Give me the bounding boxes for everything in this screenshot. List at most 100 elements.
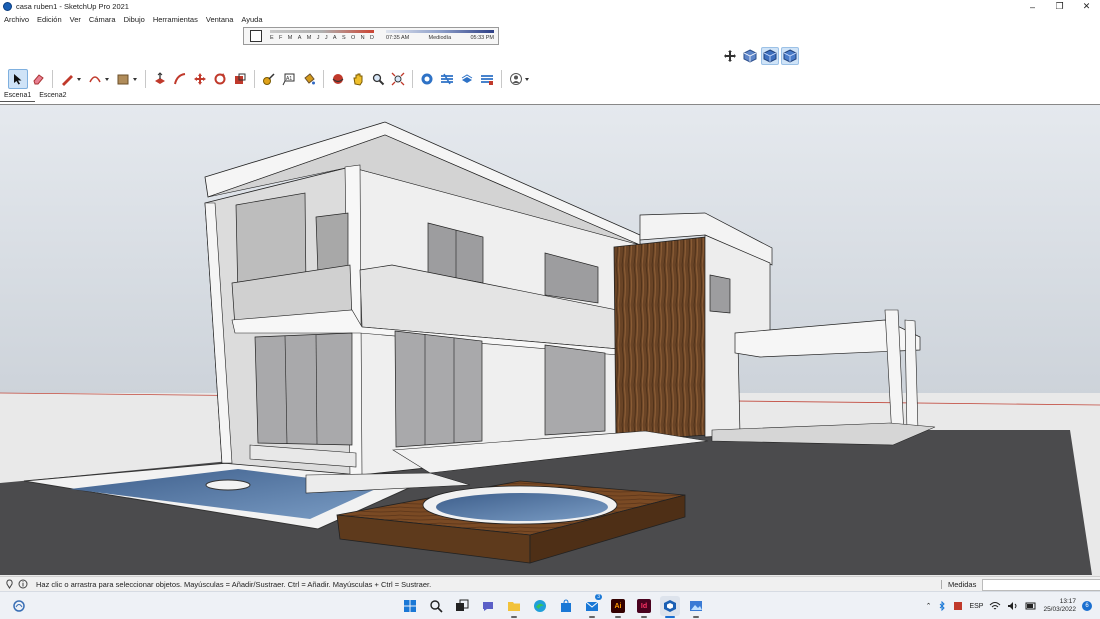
- model-scene[interactable]: [0, 105, 1100, 576]
- info-icon[interactable]: [18, 579, 28, 589]
- menu-dibujo[interactable]: Dibujo: [120, 15, 149, 24]
- clock[interactable]: 13:17 25/03/2022: [1043, 598, 1076, 614]
- menu-edicion[interactable]: Edición: [33, 15, 66, 24]
- minimize-button[interactable]: –: [1019, 0, 1046, 13]
- menu-herramientas[interactable]: Herramientas: [149, 15, 202, 24]
- follow-me-tool[interactable]: [170, 69, 190, 89]
- pan-tool[interactable]: [348, 69, 368, 89]
- arc-icon: [89, 76, 109, 83]
- scene-tab-escena1[interactable]: Escena1: [0, 92, 36, 102]
- cube-front-icon: [763, 49, 777, 63]
- layout-tool[interactable]: [457, 69, 477, 89]
- volume-icon[interactable]: [1007, 601, 1019, 611]
- time-slider[interactable]: 07:35 AM Mediodía 05:33 PM: [386, 30, 494, 43]
- right-view-button[interactable]: [781, 47, 799, 65]
- tape-measure-tool[interactable]: [259, 69, 279, 89]
- layout-icon: [461, 74, 473, 83]
- time-end-label: 05:33 PM: [470, 35, 494, 41]
- photos-button[interactable]: [686, 596, 706, 618]
- shadow-settings-toolbar: E F M A M J J A S O N D 07:35 AM Mediodí…: [243, 27, 499, 45]
- search-button[interactable]: [426, 596, 446, 616]
- modeling-viewport[interactable]: [0, 104, 1100, 576]
- menu-ver[interactable]: Ver: [66, 15, 85, 24]
- month-slider[interactable]: E F M A M J J A S O N D: [270, 30, 374, 43]
- text-icon: A1: [282, 73, 295, 86]
- zoom-extents-icon: [391, 72, 405, 86]
- file-explorer-button[interactable]: [504, 596, 524, 618]
- battery-icon[interactable]: [1025, 601, 1037, 611]
- text-tool[interactable]: A1: [279, 69, 299, 89]
- weather-widget[interactable]: [12, 599, 26, 615]
- geolocation-icon[interactable]: [4, 579, 14, 589]
- menu-camara[interactable]: Cámara: [85, 15, 120, 24]
- illustrator-icon: Ai: [611, 599, 625, 613]
- measurements-input[interactable]: [982, 578, 1100, 591]
- chevron-up-icon[interactable]: ⌃: [926, 602, 932, 610]
- close-button[interactable]: ✕: [1073, 0, 1100, 13]
- chat-button[interactable]: [478, 596, 498, 616]
- rectangle-icon: [117, 74, 137, 85]
- extension-warehouse-icon: [441, 73, 453, 85]
- sketchup-icon: [664, 600, 676, 612]
- eraser-tool[interactable]: [28, 69, 48, 89]
- maximize-button[interactable]: ❐: [1046, 0, 1073, 13]
- menu-ventana[interactable]: Ventana: [202, 15, 238, 24]
- arrows-cross-icon: [724, 50, 736, 62]
- extension-warehouse-tool[interactable]: [437, 69, 457, 89]
- month-label: E: [270, 35, 274, 41]
- windows-icon: [404, 600, 416, 612]
- push-pull-tool[interactable]: [150, 69, 170, 89]
- front-view-button[interactable]: [761, 47, 779, 65]
- mail-button[interactable]: 3: [582, 594, 602, 618]
- orbit-tool[interactable]: [328, 69, 348, 89]
- windows-start-button[interactable]: [400, 596, 420, 616]
- sketchup-app-icon[interactable]: [3, 2, 12, 11]
- sketchup-button[interactable]: [660, 596, 680, 618]
- line-tool[interactable]: [57, 69, 85, 89]
- cube-iso-icon: [743, 49, 757, 63]
- scale-tool[interactable]: [230, 69, 250, 89]
- search-icon: [430, 600, 443, 613]
- taskbar-apps: 3 Ai Id: [400, 594, 706, 618]
- account-tool[interactable]: [506, 69, 534, 89]
- notification-badge[interactable]: 6: [1082, 601, 1092, 611]
- task-view-button[interactable]: [452, 596, 472, 616]
- shadow-toggle-icon[interactable]: [250, 30, 262, 42]
- security-icon[interactable]: [953, 601, 963, 611]
- select-tool[interactable]: [8, 69, 28, 89]
- zoom-extents-tool[interactable]: [388, 69, 408, 89]
- time-start-label: 07:35 AM: [386, 35, 410, 41]
- cursor-icon: [14, 74, 22, 85]
- illustrator-button[interactable]: Ai: [608, 596, 628, 618]
- menu-archivo[interactable]: Archivo: [0, 15, 33, 24]
- extension-manager-tool[interactable]: [477, 69, 497, 89]
- language-indicator[interactable]: ESP: [969, 603, 983, 610]
- month-label: M: [287, 35, 293, 41]
- edge-button[interactable]: [530, 596, 550, 616]
- store-button[interactable]: [556, 596, 576, 616]
- wood-cladding-panel: [613, 236, 709, 442]
- windows-taskbar: 3 Ai Id ⌃ ESP 13:17 25/03/2022 6: [0, 591, 1100, 619]
- view-toolbar: [721, 47, 799, 67]
- iso-view-button[interactable]: [741, 47, 759, 65]
- menu-ayuda[interactable]: Ayuda: [237, 15, 266, 24]
- system-tray: ⌃ ESP 13:17 25/03/2022 6: [926, 596, 1092, 616]
- move-tool[interactable]: [190, 69, 210, 89]
- wifi-icon[interactable]: [989, 601, 1001, 611]
- menu-bar: Archivo Edición Ver Cámara Dibujo Herram…: [0, 13, 267, 25]
- eraser-icon: [33, 74, 44, 85]
- arc-tool[interactable]: [85, 69, 113, 89]
- bluetooth-icon[interactable]: [937, 601, 947, 611]
- house-right-window: [709, 274, 731, 314]
- pan-view-button[interactable]: [721, 47, 739, 65]
- paint-bucket-tool[interactable]: [299, 69, 319, 89]
- rotate-tool[interactable]: [210, 69, 230, 89]
- pool-step: [205, 479, 251, 491]
- warehouse-tool[interactable]: [417, 69, 437, 89]
- scene-tab-escena2[interactable]: Escena2: [35, 92, 70, 102]
- shape-tool[interactable]: [113, 69, 141, 89]
- zoom-tool[interactable]: [368, 69, 388, 89]
- indesign-button[interactable]: Id: [634, 596, 654, 618]
- warehouse-icon: [421, 73, 433, 85]
- title-bar: casa ruben1 - SketchUp Pro 2021 – ❐ ✕: [0, 0, 1100, 13]
